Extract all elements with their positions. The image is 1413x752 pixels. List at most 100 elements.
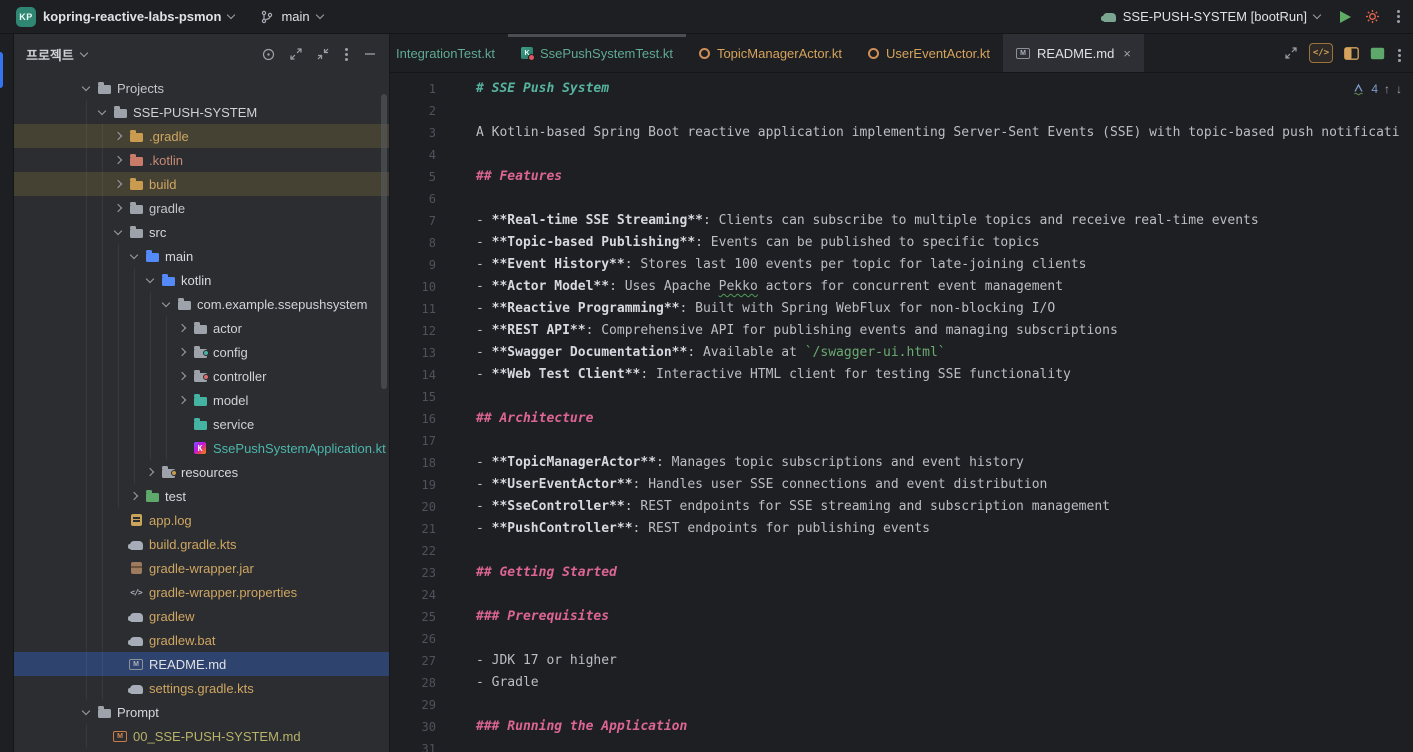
tree-item[interactable]: Projects: [14, 76, 389, 100]
editor-tab[interactable]: TopicManagerActor.kt: [686, 34, 855, 72]
editor-line[interactable]: 7- **Real-time SSE Streaming**: Clients …: [390, 210, 1413, 232]
editor-line[interactable]: 18- **TopicManagerActor**: Manages topic…: [390, 452, 1413, 474]
vcs-branch-widget[interactable]: main: [254, 4, 328, 30]
tree-item[interactable]: model: [14, 388, 389, 412]
editor-line[interactable]: 19- **UserEventActor**: Handles user SSE…: [390, 474, 1413, 496]
editor-line[interactable]: 29: [390, 694, 1413, 716]
chevron-down-icon[interactable]: [78, 710, 94, 714]
tree-item[interactable]: main: [14, 244, 389, 268]
tree-item[interactable]: KSsePushSystemApplication.kt: [14, 436, 389, 460]
chevron-right-icon[interactable]: [174, 349, 190, 355]
panel-options-button[interactable]: [343, 53, 350, 56]
chevron-down-icon[interactable]: [158, 302, 174, 306]
editor-line[interactable]: 30### Running the Application: [390, 716, 1413, 738]
editor-line[interactable]: 23## Getting Started: [390, 562, 1413, 584]
editor-line[interactable]: 24: [390, 584, 1413, 606]
tree-item[interactable]: gradlew.bat: [14, 628, 389, 652]
chevron-down-icon[interactable]: [142, 278, 158, 282]
editor-line[interactable]: 25### Prerequisites: [390, 606, 1413, 628]
more-actions-button[interactable]: [1394, 15, 1403, 18]
editor-line[interactable]: 26: [390, 628, 1413, 650]
collapse-all-button[interactable]: [316, 47, 330, 61]
tree-item[interactable]: SSE-PUSH-SYSTEM: [14, 100, 389, 124]
editor-line[interactable]: 21- **PushController**: REST endpoints f…: [390, 518, 1413, 540]
editor-line[interactable]: 4: [390, 144, 1413, 166]
editor-line[interactable]: 9- **Event History**: Stores last 100 ev…: [390, 254, 1413, 276]
editor-line[interactable]: 8- **Topic-based Publishing**: Events ca…: [390, 232, 1413, 254]
tree-item[interactable]: config: [14, 340, 389, 364]
tree-item[interactable]: gradle-wrapper.jar: [14, 556, 389, 580]
tree-item[interactable]: M00_SSE-PUSH-SYSTEM.md: [14, 724, 389, 748]
tree-item[interactable]: app.log: [14, 508, 389, 532]
chevron-down-icon[interactable]: [94, 110, 110, 114]
tab-options-button[interactable]: [1396, 44, 1403, 62]
editor-line[interactable]: 11- **Reactive Programming**: Built with…: [390, 298, 1413, 320]
editor-line[interactable]: 2: [390, 100, 1413, 122]
arrow-up-icon[interactable]: ↑: [1384, 82, 1390, 96]
chevron-right-icon[interactable]: [174, 373, 190, 379]
markdown-split-view-button[interactable]: [1344, 47, 1359, 60]
tree-item[interactable]: src: [14, 220, 389, 244]
tree-item[interactable]: .gradle: [14, 124, 389, 148]
expand-editor-button[interactable]: [1284, 46, 1298, 60]
editor-tab[interactable]: KSsePushSystemTest.kt: [508, 34, 686, 72]
tree-item[interactable]: Prompt: [14, 700, 389, 724]
editor-line[interactable]: 16## Architecture: [390, 408, 1413, 430]
tree-item[interactable]: MREADME.md: [14, 652, 389, 676]
editor-line[interactable]: 12- **REST API**: Comprehensive API for …: [390, 320, 1413, 342]
tree-item[interactable]: .kotlin: [14, 148, 389, 172]
editor-line[interactable]: 3A Kotlin-based Spring Boot reactive app…: [390, 122, 1413, 144]
editor-tab[interactable]: MREADME.md×: [1003, 34, 1144, 72]
tree-item[interactable]: </>gradle-wrapper.properties: [14, 580, 389, 604]
close-icon[interactable]: ×: [1123, 47, 1131, 60]
chevron-right-icon[interactable]: [110, 205, 126, 211]
editor-tab[interactable]: KIntegrationTest.kt: [390, 34, 508, 72]
run-button[interactable]: [1340, 11, 1351, 23]
editor-line[interactable]: 1# SSE Push System: [390, 78, 1413, 100]
chevron-right-icon[interactable]: [174, 325, 190, 331]
chevron-right-icon[interactable]: [110, 157, 126, 163]
expand-all-button[interactable]: [289, 47, 303, 61]
settings-gear-button[interactable]: [1365, 9, 1380, 24]
markdown-preview-button[interactable]: [1370, 47, 1385, 60]
editor-tab[interactable]: UserEventActor.kt: [855, 34, 1003, 72]
editor-line[interactable]: 6: [390, 188, 1413, 210]
markdown-code-view-button[interactable]: </>: [1309, 43, 1333, 63]
tree-item[interactable]: actor: [14, 316, 389, 340]
chevron-right-icon[interactable]: [110, 133, 126, 139]
editor-line[interactable]: 15: [390, 386, 1413, 408]
tree-scrollbar[interactable]: [381, 94, 387, 389]
editor-line[interactable]: 31: [390, 738, 1413, 752]
chevron-down-icon[interactable]: [110, 230, 126, 234]
chevron-right-icon[interactable]: [110, 181, 126, 187]
hide-panel-button[interactable]: [363, 47, 377, 61]
tree-item[interactable]: kotlin: [14, 268, 389, 292]
tree-item[interactable]: settings.gradle.kts: [14, 676, 389, 700]
editor-line[interactable]: 27- JDK 17 or higher: [390, 650, 1413, 672]
tree-item[interactable]: build.gradle.kts: [14, 532, 389, 556]
project-widget[interactable]: KP kopring-reactive-labs-psmon: [10, 4, 240, 30]
editor-body[interactable]: 1# SSE Push System23A Kotlin-based Sprin…: [390, 73, 1413, 752]
locate-file-button[interactable]: [261, 47, 276, 62]
inspections-widget[interactable]: 4 ↑ ↓: [1346, 80, 1408, 98]
tree-item[interactable]: service: [14, 412, 389, 436]
chevron-right-icon[interactable]: [174, 397, 190, 403]
arrow-down-icon[interactable]: ↓: [1396, 82, 1402, 96]
tree-item[interactable]: com.example.ssepushsystem: [14, 292, 389, 316]
tree-item[interactable]: build: [14, 172, 389, 196]
editor-line[interactable]: 22: [390, 540, 1413, 562]
run-configuration-widget[interactable]: SSE-PUSH-SYSTEM [bootRun]: [1097, 4, 1326, 30]
panel-title[interactable]: 프로젝트: [26, 45, 87, 64]
editor-line[interactable]: 17: [390, 430, 1413, 452]
tree-item[interactable]: controller: [14, 364, 389, 388]
chevron-down-icon[interactable]: [126, 254, 142, 258]
editor-line[interactable]: 28- Gradle: [390, 672, 1413, 694]
tree-item[interactable]: gradle: [14, 196, 389, 220]
tree-item[interactable]: gradlew: [14, 604, 389, 628]
editor-line[interactable]: 14- **Web Test Client**: Interactive HTM…: [390, 364, 1413, 386]
editor-line[interactable]: 13- **Swagger Documentation**: Available…: [390, 342, 1413, 364]
chevron-right-icon[interactable]: [126, 493, 142, 499]
editor-line[interactable]: 20- **SseController**: REST endpoints fo…: [390, 496, 1413, 518]
chevron-right-icon[interactable]: [142, 469, 158, 475]
chevron-down-icon[interactable]: [78, 86, 94, 90]
